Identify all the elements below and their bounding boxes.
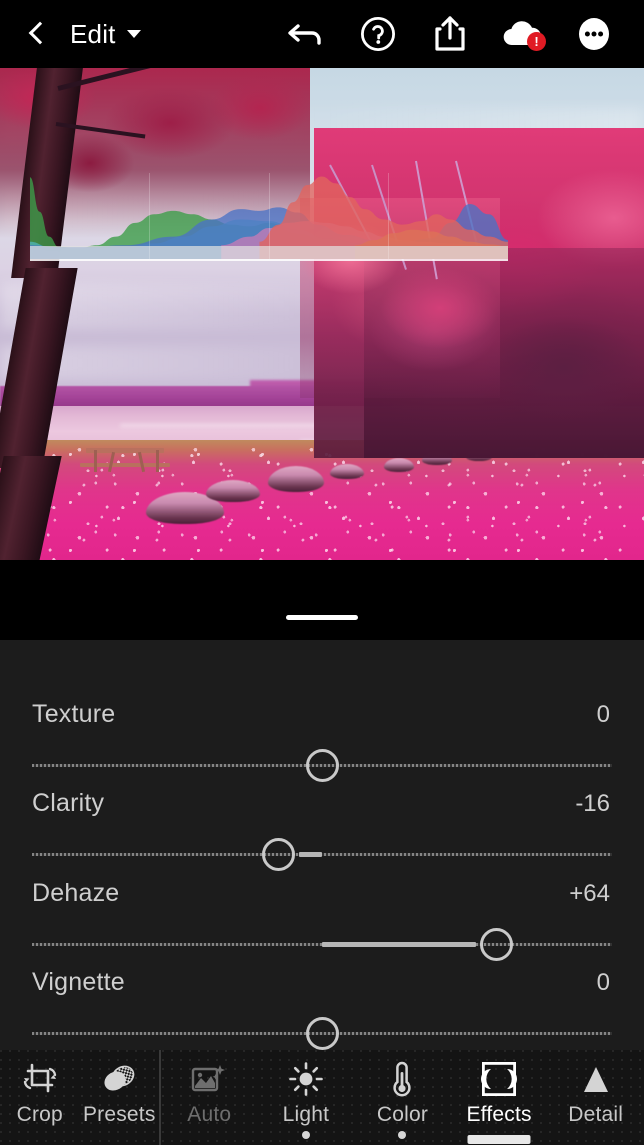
slider-control[interactable] [0, 745, 644, 785]
histogram-overlay[interactable] [30, 173, 508, 261]
sun-icon [288, 1061, 324, 1097]
edit-indicator-dot [398, 1131, 407, 1139]
photo-panel-gap [0, 560, 644, 640]
toolbar-item-presets[interactable]: Presets [80, 1050, 160, 1145]
slider-control[interactable] [0, 1013, 644, 1050]
presets-overlap-icon [100, 1061, 138, 1097]
slider-track[interactable] [32, 853, 612, 856]
panel-drag-handle[interactable] [286, 615, 358, 620]
slider-row-vignette: Vignette 0 [0, 968, 644, 1050]
rock [268, 466, 324, 492]
histogram-gridline [149, 173, 150, 259]
toolbar-item-crop[interactable]: Crop [0, 1050, 80, 1145]
ellipsis-circle-icon [574, 14, 614, 54]
slider-header: Vignette 0 [0, 968, 644, 997]
toolbar-item-label: Crop [16, 1103, 63, 1126]
slider-value: -16 [575, 790, 610, 817]
rock [206, 480, 260, 502]
effects-slider-panel: Texture 0 Clarity -16 Dehaze +64 Vignette 0 [0, 640, 644, 1050]
slider-row-texture: Texture 0 [0, 700, 644, 785]
toolbar-right-group: Auto Light Color Effects Detail [161, 1050, 644, 1145]
toolbar-item-label: Detail [568, 1103, 624, 1126]
slider-thumb[interactable] [479, 928, 513, 961]
help-button[interactable] [342, 0, 414, 68]
bottom-toolbar: Crop Presets Auto Light Color Effects De… [0, 1050, 644, 1145]
toolbar-item-light[interactable]: Light [258, 1050, 355, 1145]
effects-frame-icon [481, 1061, 518, 1097]
slider-value: 0 [596, 969, 610, 996]
top-app-bar: Edit ! [0, 0, 644, 68]
toolbar-item-auto[interactable]: Auto [161, 1050, 258, 1145]
slider-value: 0 [596, 701, 610, 728]
slider-label: Texture [32, 700, 116, 728]
slider-thumb[interactable] [262, 838, 295, 871]
toolbar-left-group: Crop Presets [0, 1050, 161, 1145]
share-export-icon [432, 14, 468, 54]
slider-control[interactable] [0, 834, 644, 874]
slider-header: Clarity -16 [0, 789, 644, 818]
toolbar-item-detail[interactable]: Detail [547, 1050, 644, 1145]
picnic-table [86, 448, 164, 453]
undo-button[interactable] [270, 0, 342, 68]
slider-fill [298, 852, 322, 857]
slider-value: +64 [569, 880, 610, 907]
slider-fill [322, 942, 476, 947]
picnic-table [94, 450, 97, 472]
active-tab-underline [467, 1135, 531, 1144]
slider-label: Dehaze [32, 879, 120, 907]
undo-arrow-icon [286, 17, 326, 51]
top-bar-left-group: Edit [0, 19, 141, 50]
triangle-detail-icon [579, 1061, 613, 1097]
toolbar-item-label: Effects [466, 1103, 532, 1126]
thermometer-icon [388, 1061, 416, 1097]
slider-row-dehaze: Dehaze +64 [0, 879, 644, 964]
top-bar-actions: ! [270, 0, 644, 68]
histogram-gridline [388, 173, 389, 259]
slider-label: Clarity [32, 789, 105, 817]
slider-thumb[interactable] [305, 1017, 339, 1050]
more-options-button[interactable] [558, 0, 630, 68]
toolbar-item-label: Light [282, 1103, 330, 1126]
back-button[interactable] [26, 23, 48, 45]
cloud-alert-badge: ! [527, 32, 546, 51]
slider-control[interactable] [0, 924, 644, 964]
crop-rotate-icon [23, 1061, 57, 1097]
question-circle-icon [359, 15, 397, 53]
toolbar-item-label: Presets [82, 1103, 156, 1126]
share-button[interactable] [414, 0, 486, 68]
histogram-gridline [269, 173, 270, 259]
toolbar-item-effects[interactable]: Effects [451, 1050, 548, 1145]
toolbar-item-color[interactable]: Color [354, 1050, 451, 1145]
slider-header: Texture 0 [0, 700, 644, 729]
chevron-down-icon[interactable] [126, 30, 141, 38]
slider-thumb[interactable] [305, 749, 339, 782]
slider-row-clarity: Clarity -16 [0, 789, 644, 874]
rock [384, 458, 414, 472]
edit-indicator-dot [301, 1131, 310, 1139]
toolbar-item-label: Color [376, 1103, 429, 1126]
rock [330, 464, 364, 479]
slider-header: Dehaze +64 [0, 879, 644, 908]
picnic-table [156, 450, 159, 472]
photo-preview[interactable] [0, 68, 644, 560]
cloud-status-button[interactable]: ! [486, 0, 558, 68]
page-title: Edit [70, 18, 116, 49]
histogram-baseline [30, 259, 508, 261]
auto-enhance-icon [191, 1061, 227, 1097]
toolbar-item-label: Auto [187, 1103, 232, 1126]
slider-label: Vignette [32, 968, 125, 996]
edited-image [0, 68, 644, 560]
